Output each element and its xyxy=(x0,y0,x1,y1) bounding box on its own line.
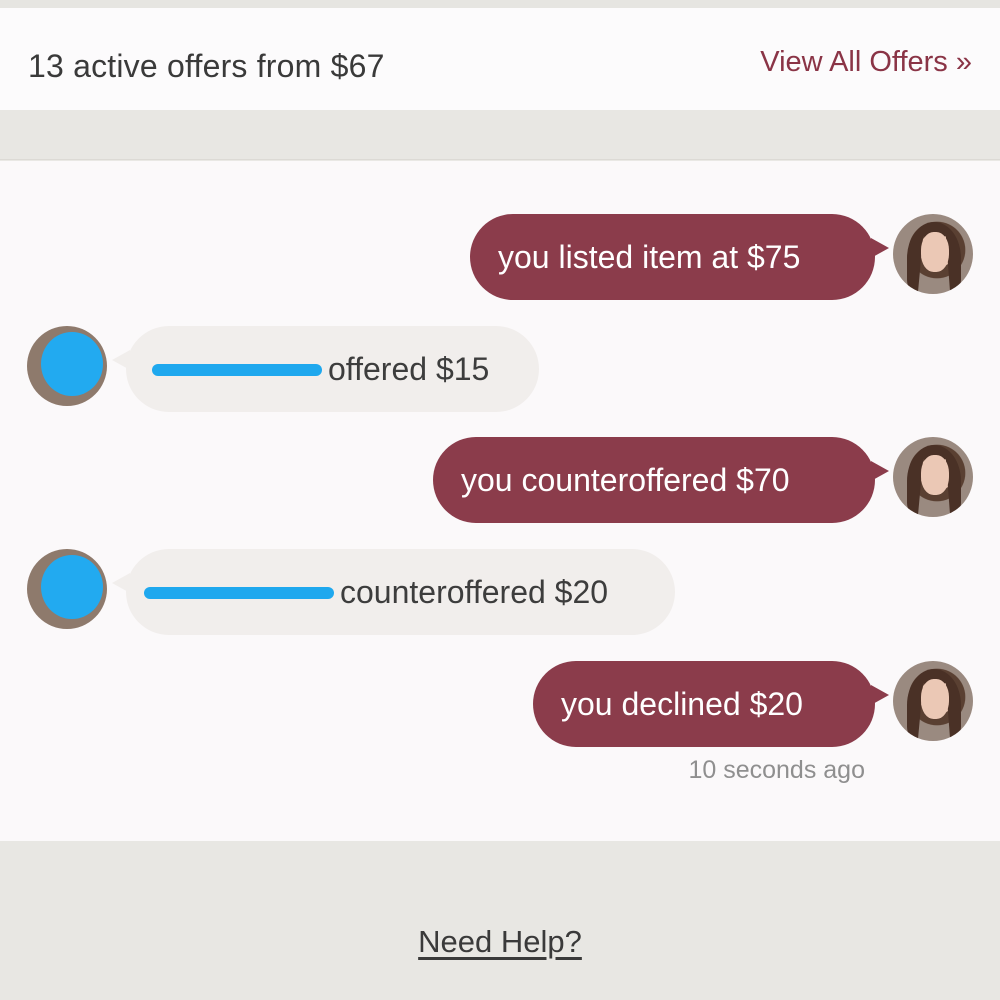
buyer-message-bubble: counteroffered $20 xyxy=(112,549,675,635)
seller-avatar xyxy=(893,437,973,517)
top-strip xyxy=(0,0,1000,8)
active-offers-summary: 13 active offers from $67 xyxy=(28,48,385,84)
seller-avatar xyxy=(893,214,973,294)
redacted-username xyxy=(152,363,322,376)
message-text: you counteroffered $70 xyxy=(461,462,790,498)
message-text: you listed item at $75 xyxy=(498,239,801,275)
need-help-link[interactable]: Need Help? xyxy=(0,924,1000,960)
seller-avatar xyxy=(893,661,973,741)
avatar-face xyxy=(921,679,949,719)
redaction-scribble-icon xyxy=(41,332,103,396)
buyer-message-bubble: offered $15 xyxy=(112,326,539,412)
redacted-username xyxy=(144,586,334,599)
message-timestamp: 10 seconds ago xyxy=(688,756,865,784)
footer xyxy=(0,841,1000,1000)
avatar-face xyxy=(921,455,949,495)
my-message-bubble: you counteroffered $70 xyxy=(433,437,889,523)
redaction-scribble-icon xyxy=(41,555,103,619)
view-all-offers-link[interactable]: View All Offers » xyxy=(760,46,972,79)
my-message-bubble: you declined $20 xyxy=(533,661,889,747)
message-text: offered $15 xyxy=(328,351,490,387)
my-message-bubble: you listed item at $75 xyxy=(470,214,889,300)
buyer-avatar[interactable] xyxy=(27,326,107,406)
section-divider xyxy=(0,110,1000,160)
buyer-avatar[interactable] xyxy=(27,549,107,629)
message-text: counteroffered $20 xyxy=(340,574,609,610)
avatar-face xyxy=(921,232,949,272)
offers-bar: 13 active offers from $67 View All Offer… xyxy=(0,8,1000,110)
message-text: you declined $20 xyxy=(561,686,803,722)
